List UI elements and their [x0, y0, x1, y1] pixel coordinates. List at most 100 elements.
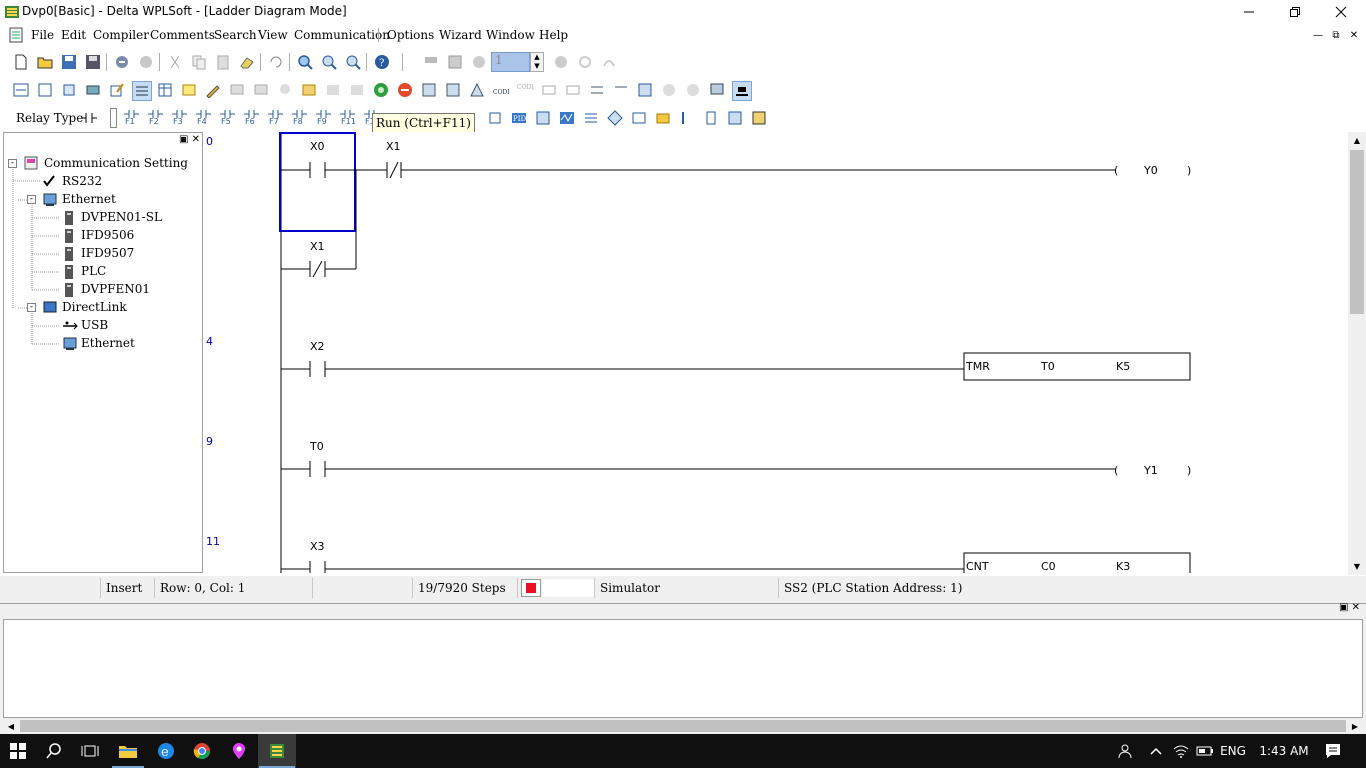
menu-window[interactable]: Window	[486, 28, 535, 42]
compare-icon[interactable]	[726, 109, 744, 127]
code-icon[interactable]: CODE	[492, 81, 510, 99]
menu-wizard[interactable]: Wizard	[439, 28, 482, 42]
mdi-close-button[interactable]: ✕	[1347, 29, 1361, 42]
fkey-f9-button[interactable]: F9	[314, 109, 334, 127]
output-horizontal-scrollbar[interactable]: ◀ ▶	[3, 718, 1363, 734]
fkey-f5-button[interactable]: F5	[218, 109, 238, 127]
table2-icon[interactable]	[630, 109, 648, 127]
pen-icon[interactable]	[204, 81, 222, 99]
menu-file[interactable]: File	[31, 28, 54, 42]
menu-help[interactable]: Help	[539, 28, 568, 42]
zoom-in-icon[interactable]	[320, 53, 338, 71]
menu-compiler[interactable]: Compiler	[93, 28, 149, 42]
sfc-icon[interactable]	[60, 81, 78, 99]
contact-x3[interactable]	[281, 561, 964, 573]
edge-button[interactable]: e	[148, 734, 184, 768]
scroll-down-arrow-icon[interactable]: ▼	[1348, 558, 1366, 575]
memory-icon[interactable]	[300, 81, 318, 99]
close-button[interactable]	[1318, 0, 1364, 24]
stop-gray-icon[interactable]	[552, 53, 570, 71]
bulb-icon[interactable]	[276, 81, 294, 99]
relay-type-dropdown[interactable]	[110, 108, 117, 128]
scroll-up-arrow-icon[interactable]: ▲	[1348, 132, 1366, 149]
save-icon[interactable]	[60, 53, 78, 71]
search-button[interactable]	[36, 734, 72, 768]
upload-icon[interactable]	[420, 81, 438, 99]
refresh-icon[interactable]	[267, 53, 285, 71]
menu-search[interactable]: Search	[214, 28, 257, 42]
coil-y1[interactable]: ( Y1 )	[1114, 464, 1191, 477]
wifi-button[interactable]	[1170, 734, 1192, 768]
cnt-instruction-box[interactable]: CNT C0 K3	[963, 552, 1191, 573]
file-explorer-button[interactable]	[110, 734, 146, 768]
contact-x2[interactable]	[281, 361, 964, 377]
paste-icon[interactable]	[214, 53, 232, 71]
wave-icon[interactable]	[558, 109, 576, 127]
grid-icon[interactable]	[180, 81, 198, 99]
network-icon[interactable]	[708, 81, 726, 99]
force-icon[interactable]	[588, 81, 606, 99]
pid-icon[interactable]: PID	[510, 109, 528, 127]
scroll-thumb[interactable]	[20, 720, 1346, 732]
language-indicator[interactable]: ENG	[1218, 734, 1248, 768]
bracket-icon[interactable]	[702, 109, 720, 127]
ladder-mode-icon[interactable]	[132, 81, 152, 101]
people-button[interactable]	[1114, 734, 1138, 768]
disabled2-icon[interactable]	[348, 81, 366, 99]
ladder-vertical-scrollbar[interactable]: ▲ ▼	[1348, 132, 1366, 575]
cycle-icon[interactable]	[576, 53, 594, 71]
zoom-out-icon[interactable]	[344, 53, 362, 71]
contact-x1-nc[interactable]	[385, 161, 1116, 179]
timer-icon[interactable]	[470, 53, 488, 71]
contact-x0[interactable]	[281, 162, 385, 178]
ladder-diagram-area[interactable]: 0 4 9 11 X0 X1 ( Y0 ) X1 X2 TMR T0 K5 T0…	[204, 132, 1347, 573]
minimize-button[interactable]	[1226, 0, 1272, 24]
tmr-instruction-box[interactable]: TMR T0 K5	[963, 352, 1191, 381]
clock[interactable]: 1:43 AM	[1256, 734, 1312, 768]
pwm-icon[interactable]	[534, 109, 552, 127]
cut-icon[interactable]	[166, 53, 184, 71]
mdi-minimize-button[interactable]: —	[1311, 29, 1325, 42]
menu-options[interactable]: Options	[387, 28, 434, 42]
show-hidden-icons-button[interactable]	[1144, 734, 1168, 768]
fkey-f7-button[interactable]: F7	[266, 109, 286, 127]
step-spinner[interactable]: ▲ ▼	[530, 52, 544, 72]
step-input[interactable]: 1	[491, 52, 530, 72]
scroll-left-arrow-icon[interactable]: ◀	[3, 718, 19, 734]
align-icon[interactable]	[678, 109, 696, 127]
mail-icon[interactable]	[654, 109, 672, 127]
device-icon[interactable]	[446, 53, 464, 71]
bits-icon[interactable]	[612, 81, 630, 99]
fkey-f8-button[interactable]: F8	[290, 109, 310, 127]
eraser-icon[interactable]	[238, 53, 256, 71]
battery-button[interactable]	[1194, 734, 1216, 768]
help-icon[interactable]: ?	[373, 53, 391, 71]
stop-icon[interactable]	[396, 81, 414, 99]
run-icon[interactable]	[372, 81, 390, 99]
monitor-icon[interactable]	[422, 53, 440, 71]
new-file-icon[interactable]	[12, 53, 30, 71]
menu-communication[interactable]: Communication	[294, 28, 390, 42]
fkey-f6-button[interactable]: F6	[242, 109, 262, 127]
redo-icon[interactable]	[137, 53, 155, 71]
list-icon[interactable]	[582, 109, 600, 127]
online-icon[interactable]	[468, 81, 486, 99]
task-view-button[interactable]	[72, 734, 108, 768]
contact-t0[interactable]	[281, 461, 1116, 477]
zoom-icon[interactable]	[296, 53, 314, 71]
menu-edit[interactable]: Edit	[61, 28, 86, 42]
wplsoft-taskbar-button[interactable]	[258, 734, 296, 768]
disabled-icon[interactable]	[324, 81, 342, 99]
ladder-icon[interactable]	[12, 81, 30, 99]
open-folder-icon[interactable]	[36, 53, 54, 71]
comment-icon[interactable]	[228, 81, 246, 99]
set-icon[interactable]	[540, 81, 558, 99]
scroll-thumb[interactable]	[1350, 150, 1364, 314]
maps-button[interactable]	[221, 734, 257, 768]
mdi-restore-button[interactable]: ⧉	[1329, 29, 1343, 42]
connect-icon[interactable]	[732, 81, 752, 101]
contact-x1-branch[interactable]	[281, 170, 357, 278]
fkey-f1-button[interactable]: F1	[122, 109, 142, 127]
undo-icon[interactable]	[113, 53, 131, 71]
chrome-button[interactable]	[184, 734, 220, 768]
